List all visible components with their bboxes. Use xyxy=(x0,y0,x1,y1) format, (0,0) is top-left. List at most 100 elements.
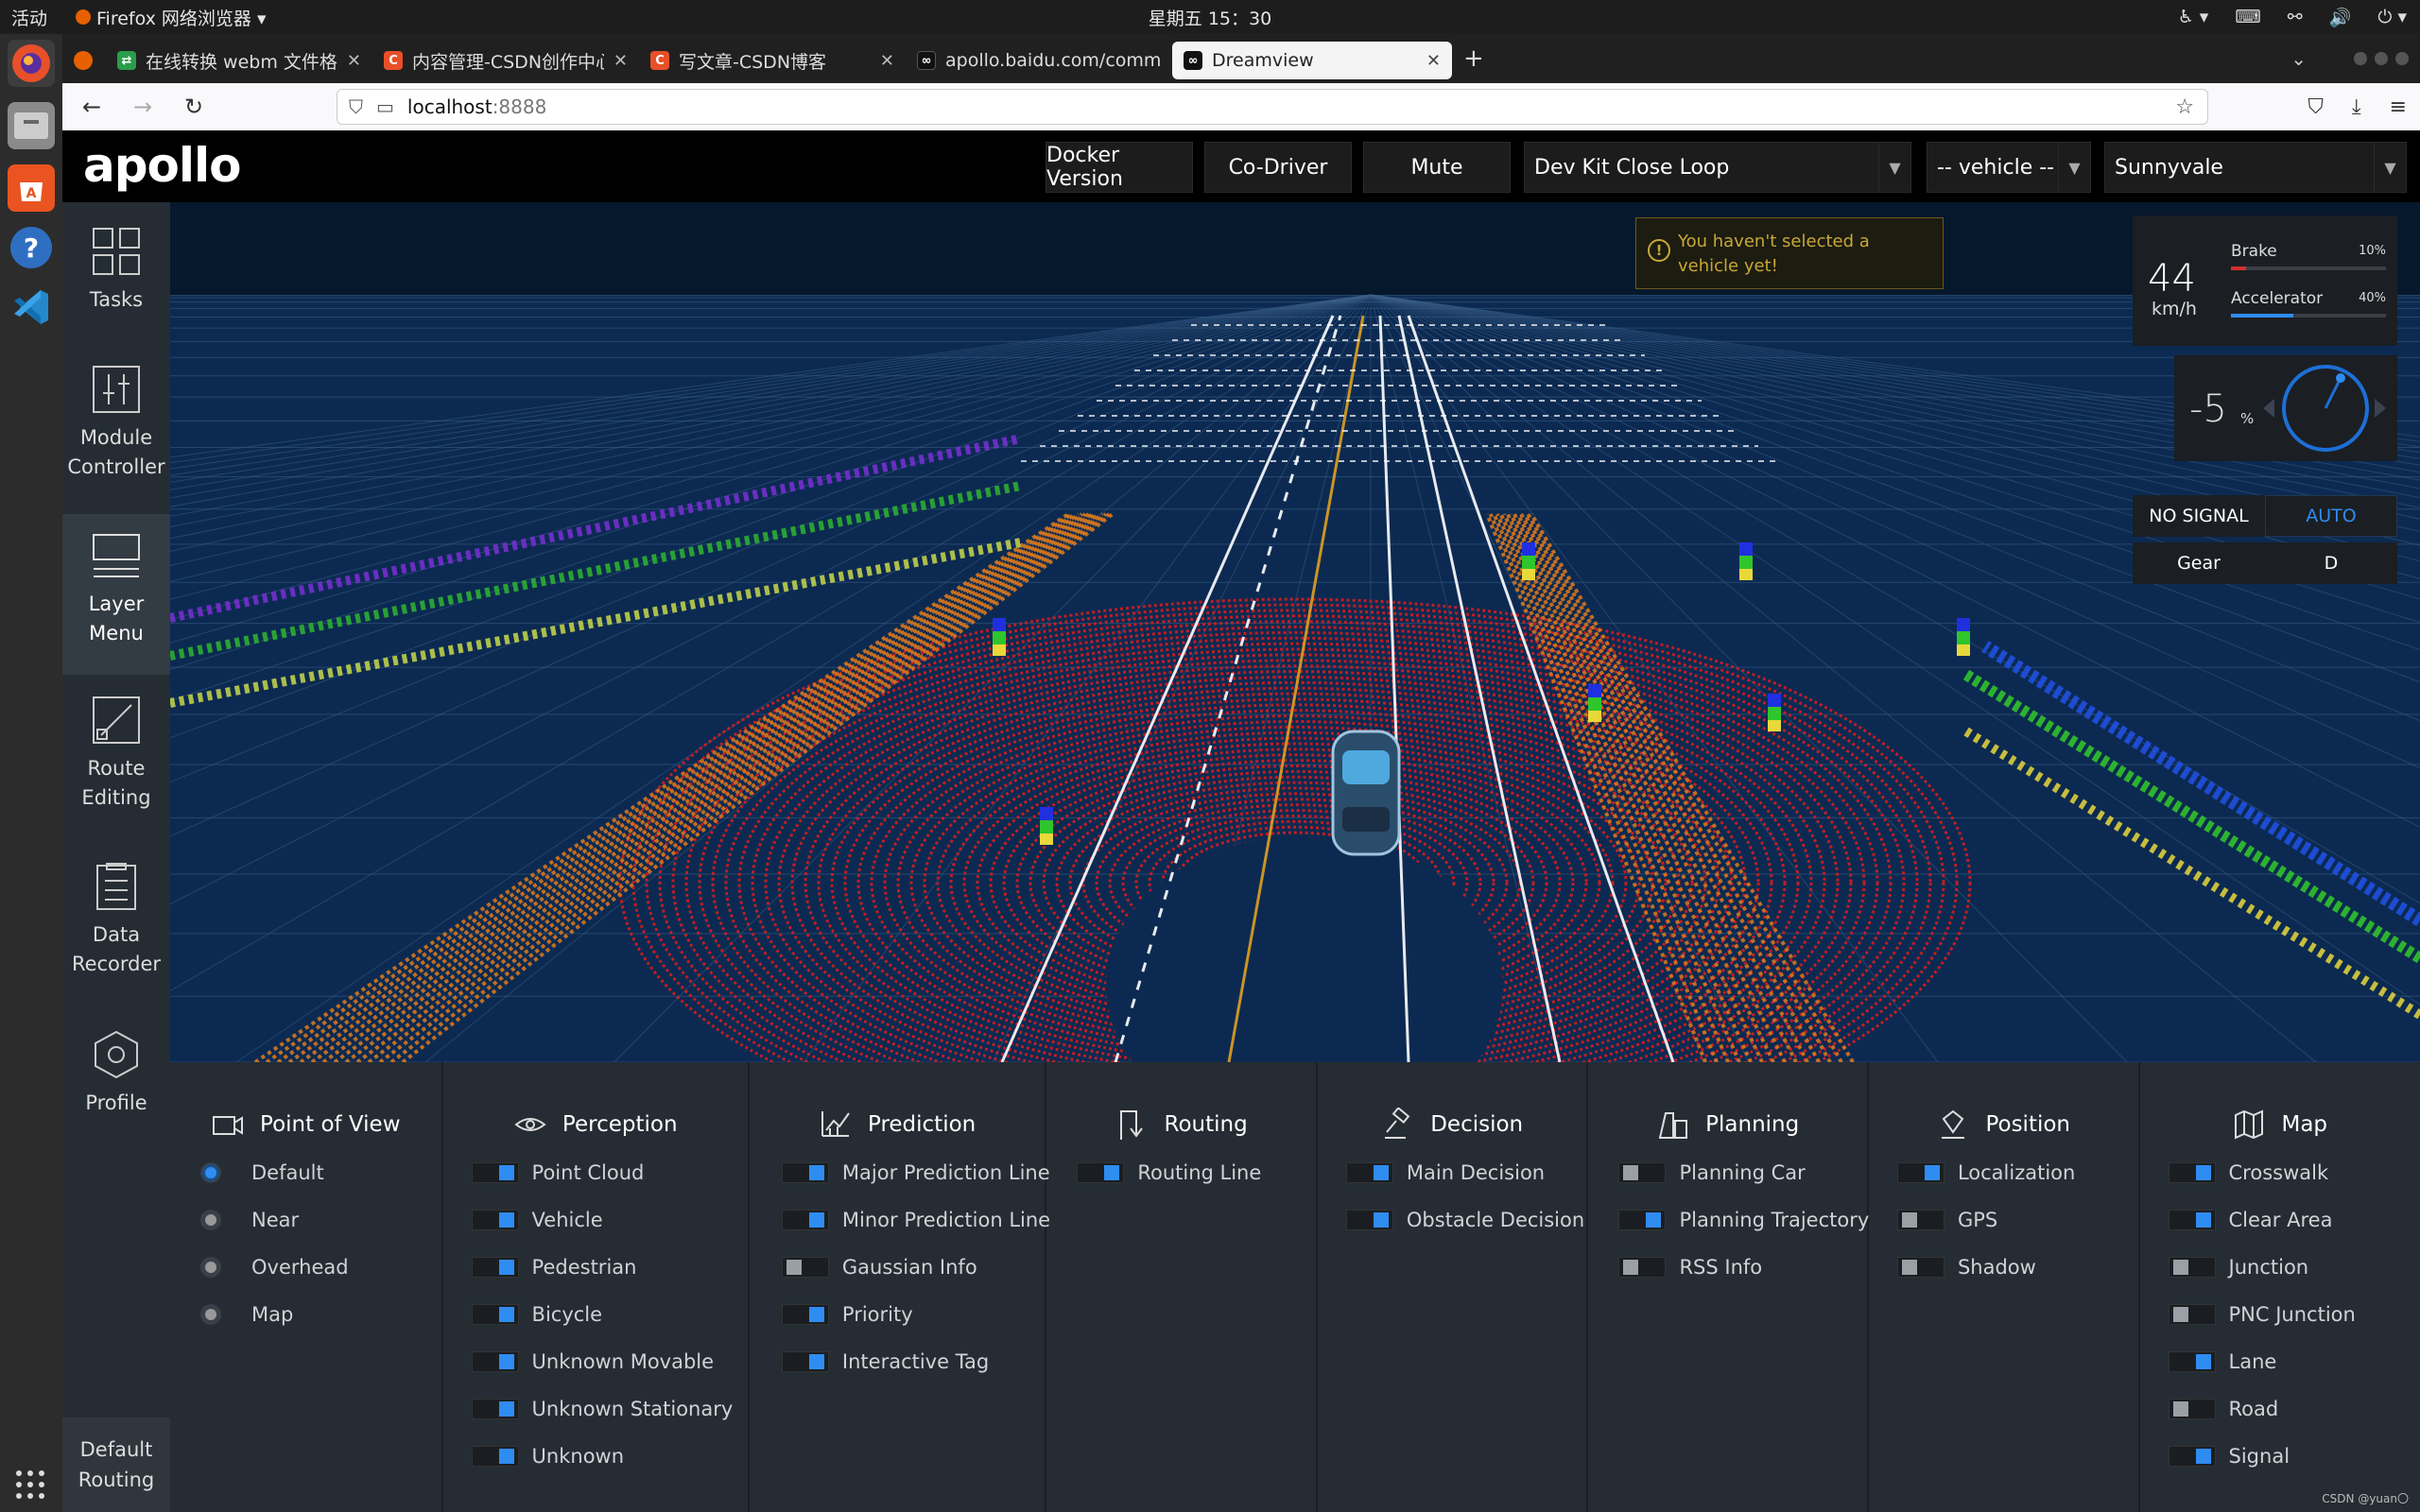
forward-icon[interactable]: → xyxy=(121,94,164,120)
pov-option-overhead[interactable]: Overhead xyxy=(197,1244,349,1291)
downloads-icon[interactable]: ⤓ xyxy=(2352,95,2361,119)
toggle-switch[interactable] xyxy=(1618,1257,1667,1278)
layer-toggle-item[interactable]: Routing Line xyxy=(1077,1149,1261,1196)
reload-icon[interactable]: ↻ xyxy=(172,94,216,120)
toggle-switch[interactable] xyxy=(1896,1210,1945,1230)
layer-toggle-item[interactable]: Minor Prediction Line xyxy=(781,1196,1050,1244)
mode-select[interactable]: Dev Kit Close Loop ▼ xyxy=(1524,142,1911,193)
toggle-switch[interactable] xyxy=(471,1351,519,1372)
docker-version-button[interactable]: Docker Version xyxy=(1046,142,1193,193)
toggle-switch[interactable] xyxy=(471,1257,519,1278)
power-icon[interactable]: ⏻ ▾ xyxy=(2377,7,2407,27)
sidebar-item-tasks[interactable]: Tasks xyxy=(62,227,170,340)
close-tab-icon[interactable]: ✕ xyxy=(614,51,628,71)
menu-icon[interactable]: ≡ xyxy=(2390,95,2407,119)
co-driver-button[interactable]: Co-Driver xyxy=(1204,142,1352,193)
network-icon[interactable]: ⚯ xyxy=(2288,7,2303,27)
sidebar-item-route-editing[interactable]: Route Editing xyxy=(62,696,170,837)
toggle-switch[interactable] xyxy=(471,1162,519,1183)
toggle-switch[interactable] xyxy=(2168,1257,2216,1278)
scene-3d-view[interactable] xyxy=(170,202,2420,1062)
browser-tab[interactable]: ∞ apollo.baidu.com/comm xyxy=(906,42,1172,79)
close-tab-icon[interactable]: ✕ xyxy=(880,51,894,71)
sidebar-item-module-controller[interactable]: Module Controller xyxy=(62,365,170,507)
browser-tab-active[interactable]: ∞ Dreamview ✕ xyxy=(1172,42,1452,79)
layer-toggle-item[interactable]: RSS Info xyxy=(1618,1244,1869,1291)
files-dock-icon[interactable] xyxy=(8,102,55,149)
layer-toggle-item[interactable]: Lane xyxy=(2168,1338,2356,1385)
layer-toggle-item[interactable]: Unknown Movable xyxy=(471,1338,734,1385)
sidebar-item-profile[interactable]: Profile xyxy=(62,1030,170,1143)
vscode-dock-icon[interactable] xyxy=(8,284,55,331)
toggle-switch[interactable] xyxy=(1896,1162,1945,1183)
activities-button[interactable]: 活动 xyxy=(11,5,47,30)
layer-toggle-item[interactable]: PNC Junction xyxy=(2168,1291,2356,1338)
toggle-switch[interactable] xyxy=(781,1304,829,1325)
layer-toggle-item[interactable]: Point Cloud xyxy=(471,1149,734,1196)
system-tray[interactable]: ♿ ▾ ⌨ ⚯ 🔊 ⏻ ▾ xyxy=(2178,7,2407,28)
firefox-dock-icon[interactable] xyxy=(8,40,55,87)
browser-tab[interactable]: ⇄ 在线转换 webm 文件格式 ✕ xyxy=(106,42,372,79)
help-dock-icon[interactable]: ? xyxy=(10,227,52,268)
browser-tab[interactable]: C 内容管理-CSDN创作中心 ✕ xyxy=(372,42,639,79)
layer-toggle-item[interactable]: Pedestrian xyxy=(471,1244,734,1291)
layer-toggle-item[interactable]: Localization xyxy=(1896,1149,2075,1196)
pov-option-near[interactable]: Near xyxy=(197,1196,349,1244)
toggle-switch[interactable] xyxy=(2168,1446,2216,1467)
toggle-switch[interactable] xyxy=(781,1162,829,1183)
sidebar-item-data-recorder[interactable]: Data Recorder xyxy=(62,862,170,1004)
layer-toggle-item[interactable]: Unknown xyxy=(471,1433,734,1480)
bookmark-star-icon[interactable]: ☆ xyxy=(2175,95,2194,119)
show-apps-icon[interactable] xyxy=(16,1470,46,1501)
toggle-switch[interactable] xyxy=(2168,1162,2216,1183)
toggle-switch[interactable] xyxy=(471,1304,519,1325)
radio-button[interactable] xyxy=(200,1304,221,1325)
layer-toggle-item[interactable]: Gaussian Info xyxy=(781,1244,1050,1291)
vehicle-select[interactable]: -- vehicle -- ▼ xyxy=(1927,142,2091,193)
app-menu[interactable]: Firefox 网络浏览器 ▾ xyxy=(76,5,267,30)
accessibility-icon[interactable]: ♿ ▾ xyxy=(2178,7,2209,27)
pov-option-map[interactable]: Map xyxy=(197,1291,349,1338)
list-all-tabs-icon[interactable]: ⌄ xyxy=(2290,47,2307,70)
toggle-switch[interactable] xyxy=(2168,1304,2216,1325)
toggle-switch[interactable] xyxy=(471,1399,519,1419)
layer-toggle-item[interactable]: Planning Car xyxy=(1618,1149,1869,1196)
close-window-icon[interactable] xyxy=(2395,52,2409,65)
new-tab-button[interactable]: + xyxy=(1463,44,1484,73)
layer-toggle-item[interactable]: Junction xyxy=(2168,1244,2356,1291)
minimize-icon[interactable] xyxy=(2354,52,2367,65)
layer-toggle-item[interactable]: Obstacle Decision xyxy=(1345,1196,1584,1244)
toggle-switch[interactable] xyxy=(1618,1162,1667,1183)
toggle-switch[interactable] xyxy=(1345,1210,1393,1230)
keyboard-icon[interactable]: ⌨ xyxy=(2235,7,2260,27)
layer-toggle-item[interactable]: Interactive Tag xyxy=(781,1338,1050,1385)
pov-option-default[interactable]: Default xyxy=(197,1149,349,1196)
radio-button[interactable] xyxy=(200,1162,221,1183)
layer-toggle-item[interactable]: Major Prediction Line xyxy=(781,1149,1050,1196)
maximize-icon[interactable] xyxy=(2375,52,2388,65)
layer-toggle-item[interactable]: GPS xyxy=(1896,1196,2075,1244)
firefox-view-tab[interactable] xyxy=(62,42,106,79)
toggle-switch[interactable] xyxy=(471,1210,519,1230)
volume-icon[interactable]: 🔊 xyxy=(2329,7,2352,28)
layer-toggle-item[interactable]: Clear Area xyxy=(2168,1196,2356,1244)
software-dock-icon[interactable]: A xyxy=(8,164,55,212)
layer-toggle-item[interactable]: Road xyxy=(2168,1385,2356,1433)
layer-toggle-item[interactable]: Crosswalk xyxy=(2168,1149,2356,1196)
toggle-switch[interactable] xyxy=(471,1446,519,1467)
pocket-icon[interactable]: ⛉ xyxy=(2308,95,2324,119)
layer-toggle-item[interactable]: Shadow xyxy=(1896,1244,2075,1291)
toggle-switch[interactable] xyxy=(1896,1257,1945,1278)
map-select[interactable]: Sunnyvale ▼ xyxy=(2104,142,2407,193)
toggle-switch[interactable] xyxy=(2168,1399,2216,1419)
toggle-switch[interactable] xyxy=(1345,1162,1393,1183)
back-icon[interactable]: ← xyxy=(70,94,113,120)
layer-toggle-item[interactable]: Main Decision xyxy=(1345,1149,1584,1196)
layer-toggle-item[interactable]: Signal xyxy=(2168,1433,2356,1480)
toggle-switch[interactable] xyxy=(2168,1351,2216,1372)
layer-toggle-item[interactable]: Vehicle xyxy=(471,1196,734,1244)
layer-toggle-item[interactable]: Planning Trajectory xyxy=(1618,1196,1869,1244)
browser-tab[interactable]: C 写文章-CSDN博客 ✕ xyxy=(639,42,906,79)
shield-icon[interactable]: ⛉ xyxy=(349,95,363,118)
close-tab-icon[interactable]: ✕ xyxy=(347,51,361,71)
